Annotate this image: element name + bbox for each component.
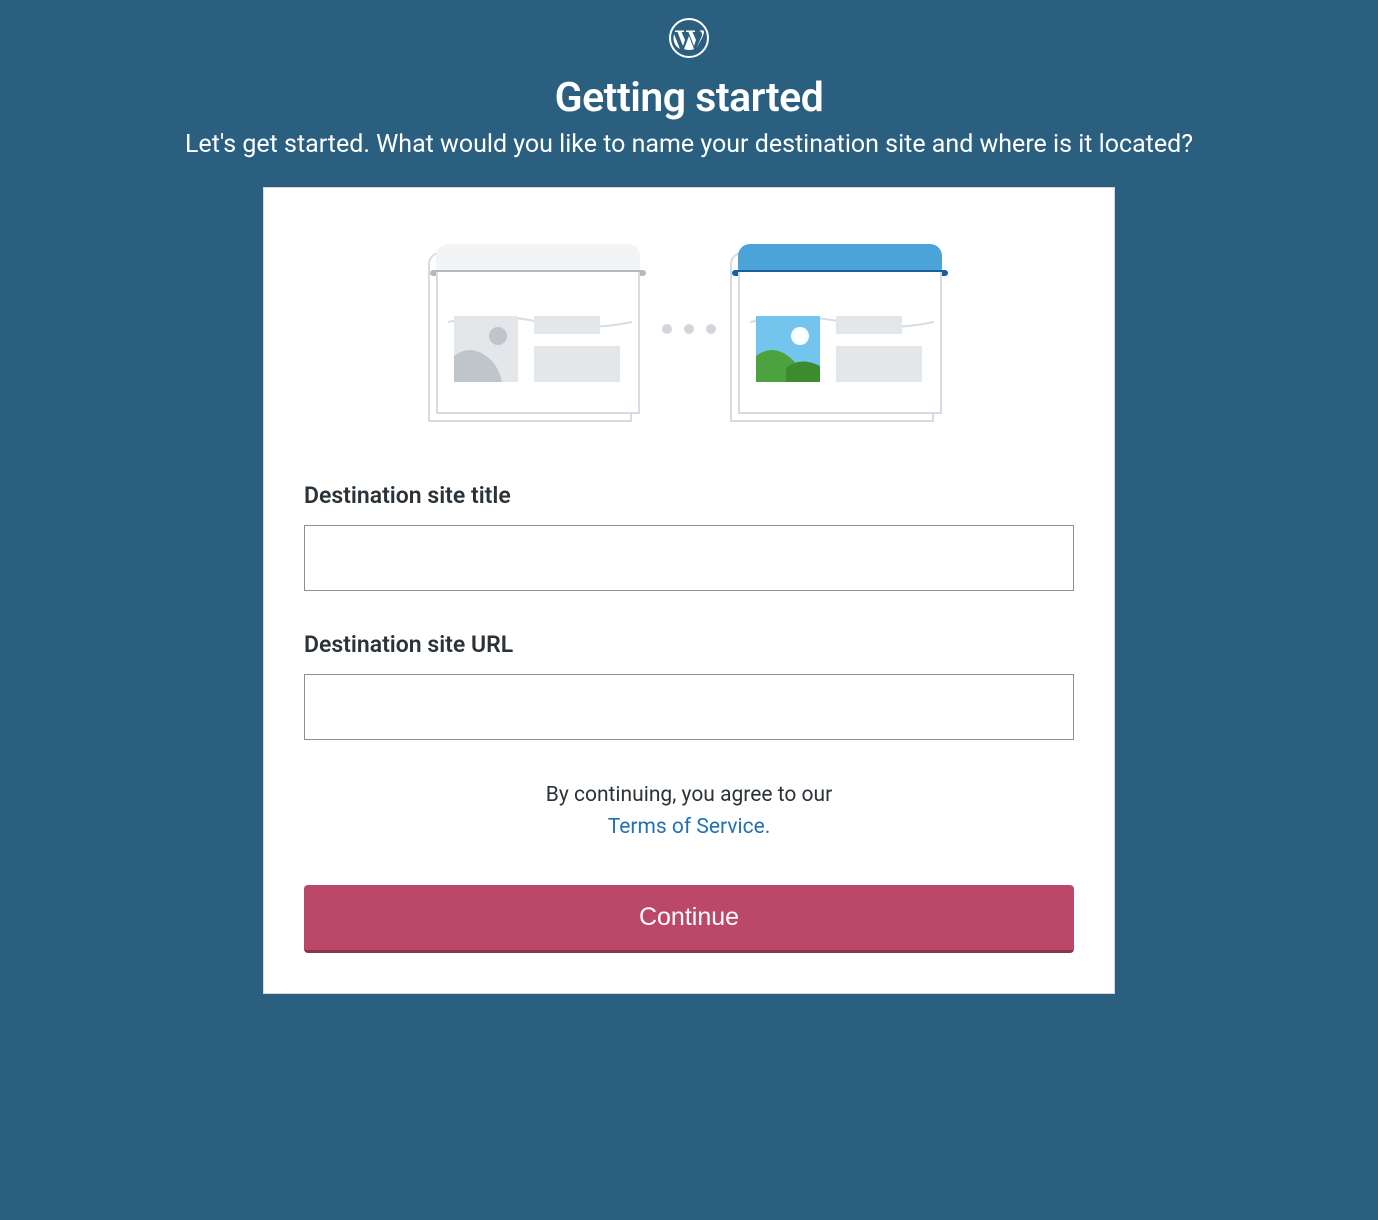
site-title-label: Destination site title bbox=[304, 482, 1074, 509]
placeholder-image-icon bbox=[454, 316, 518, 382]
destination-browser-illustration bbox=[738, 244, 942, 414]
terms-prefix: By continuing, you agree to our bbox=[546, 783, 832, 807]
color-image-icon bbox=[756, 316, 820, 382]
site-title-group: Destination site title bbox=[304, 482, 1074, 591]
source-browser-illustration bbox=[436, 244, 640, 414]
site-url-label: Destination site URL bbox=[304, 631, 1074, 658]
page-container: Getting started Let's get started. What … bbox=[0, 0, 1378, 994]
continue-button[interactable]: Continue bbox=[304, 885, 1074, 953]
wordpress-logo-icon bbox=[669, 18, 709, 62]
illustration-area bbox=[304, 244, 1074, 414]
site-url-group: Destination site URL bbox=[304, 631, 1074, 740]
page-title: Getting started bbox=[555, 74, 824, 122]
site-title-input[interactable] bbox=[304, 525, 1074, 591]
terms-text: By continuing, you agree to our Terms of… bbox=[304, 780, 1074, 843]
onboarding-card: Destination site title Destination site … bbox=[263, 187, 1115, 994]
page-subtitle: Let's get started. What would you like t… bbox=[185, 130, 1193, 159]
terms-link[interactable]: Terms of Service. bbox=[608, 815, 771, 839]
site-url-input[interactable] bbox=[304, 674, 1074, 740]
transfer-dots-icon bbox=[662, 324, 716, 334]
